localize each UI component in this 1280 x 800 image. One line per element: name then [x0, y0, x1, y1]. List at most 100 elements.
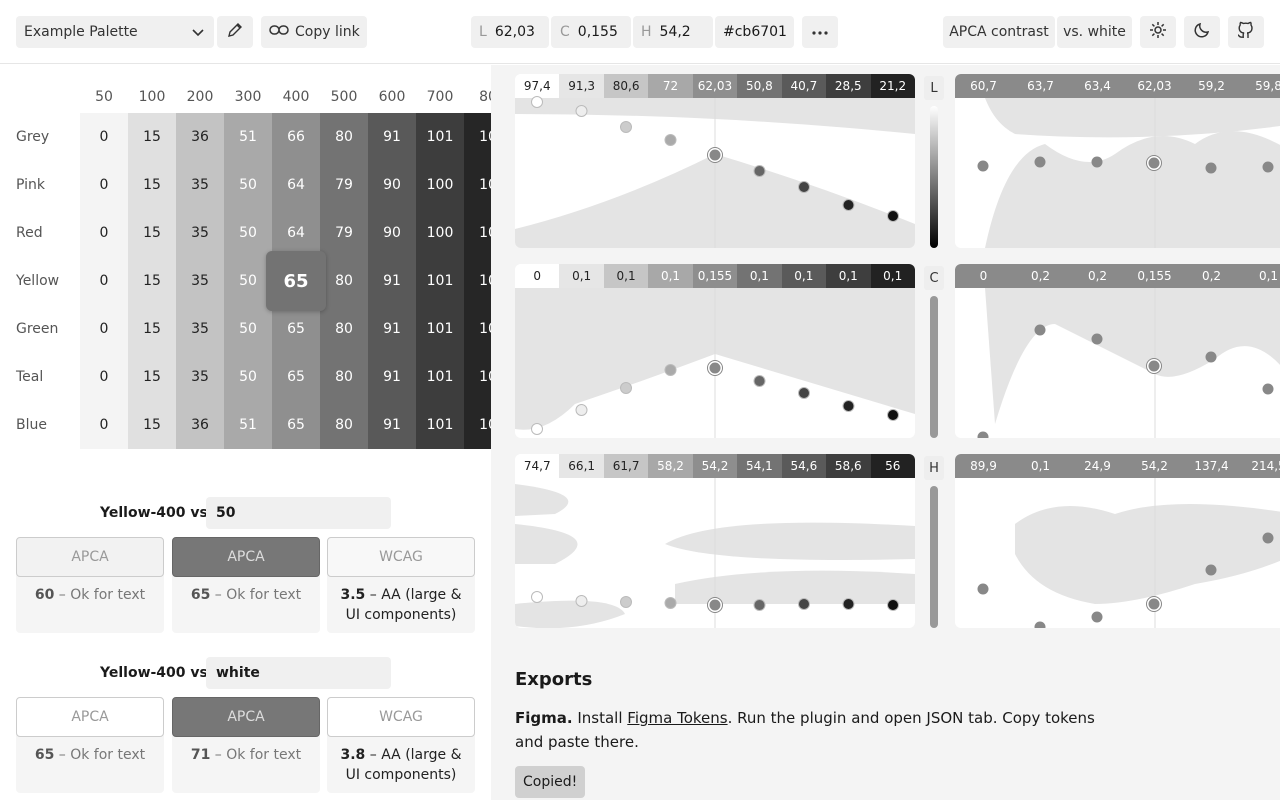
- copy-link-button[interactable]: Copy link: [261, 16, 367, 48]
- swatch-cell[interactable]: 101: [416, 401, 464, 449]
- swatch-cell[interactable]: 51: [224, 401, 272, 449]
- settings-button[interactable]: [1140, 16, 1176, 48]
- chart-l-hues[interactable]: 60,7 63,7 63,4 62,03 59,2 59,8: [955, 74, 1280, 248]
- palette-name: Example Palette: [24, 24, 138, 40]
- swatch-cell[interactable]: 101: [416, 353, 464, 401]
- chart-h-hues[interactable]: 89,90,124,954,2137,4214,5: [955, 454, 1280, 628]
- swatch-cell[interactable]: 35: [176, 161, 224, 209]
- swatch-cell[interactable]: 10: [464, 353, 491, 401]
- chart-c-shades[interactable]: 0 0,1 0,1 0,1 0,155 0,1 0,1 0,1 0,1: [515, 264, 915, 438]
- swatch-cell[interactable]: 15: [128, 305, 176, 353]
- chart-l-shades[interactable]: 97,4 91,3 80,6 72 62,03 50,8 40,7 28,5 21,2: [515, 74, 915, 248]
- slider-h[interactable]: [930, 486, 938, 628]
- comparison-input[interactable]: 50: [206, 497, 391, 529]
- swatch-cell[interactable]: 80: [320, 257, 368, 305]
- swatch-cell[interactable]: 66: [272, 113, 320, 161]
- swatch-cell[interactable]: 35: [176, 257, 224, 305]
- swatch-cell[interactable]: 90: [368, 161, 416, 209]
- swatch-cell[interactable]: 10: [464, 161, 491, 209]
- github-button[interactable]: [1228, 16, 1264, 48]
- swatch-cell[interactable]: 10: [464, 401, 491, 449]
- swatch-cell[interactable]: 0: [80, 257, 128, 305]
- swatch-cell[interactable]: 101: [416, 113, 464, 161]
- more-button[interactable]: [802, 16, 838, 48]
- swatch-cell[interactable]: 35: [176, 353, 224, 401]
- palette-select[interactable]: Example Palette: [16, 16, 214, 48]
- swatch-cell[interactable]: 10: [464, 257, 491, 305]
- swatch-cell[interactable]: 0: [80, 113, 128, 161]
- contrast-mode-select[interactable]: APCA contrast: [943, 16, 1055, 48]
- swatch-cell[interactable]: 101: [416, 305, 464, 353]
- swatch-cell[interactable]: 15: [128, 401, 176, 449]
- chart-plot: [515, 96, 915, 248]
- swatch-cell[interactable]: 80: [320, 401, 368, 449]
- swatch-cell[interactable]: 91: [368, 305, 416, 353]
- contrast-against-select[interactable]: vs. white: [1057, 16, 1132, 48]
- swatch-cell[interactable]: 79: [320, 209, 368, 257]
- column-header-600: 600: [378, 89, 406, 105]
- contrast-card: WCAG 3.5 – AA (large & UI components): [327, 537, 475, 633]
- swatch-cell[interactable]: 101: [416, 257, 464, 305]
- edit-palette-button[interactable]: [217, 16, 253, 48]
- swatch-cell[interactable]: 80: [320, 353, 368, 401]
- swatch-cell[interactable]: 50: [224, 257, 272, 305]
- more-horizontal-icon: [811, 24, 829, 40]
- swatch-cell[interactable]: 91: [368, 401, 416, 449]
- swatch-cell[interactable]: 36: [176, 113, 224, 161]
- swatch-cell[interactable]: 0: [80, 353, 128, 401]
- swatch-cell[interactable]: 10: [464, 305, 491, 353]
- swatch-cell[interactable]: 50: [224, 209, 272, 257]
- swatch-cell[interactable]: 80: [320, 113, 368, 161]
- swatch-cell[interactable]: 100: [416, 209, 464, 257]
- swatch-cell[interactable]: 15: [128, 257, 176, 305]
- chevron-down-icon: [182, 16, 214, 48]
- swatch-cell[interactable]: 15: [128, 353, 176, 401]
- swatch-cell[interactable]: 50: [224, 161, 272, 209]
- swatch-cell[interactable]: 0: [80, 305, 128, 353]
- hue-input[interactable]: H 54,2: [633, 16, 713, 48]
- row-label-blue: Blue: [16, 417, 47, 433]
- swatch-cell[interactable]: 64: [272, 161, 320, 209]
- slider-l[interactable]: [930, 106, 938, 248]
- swatch-cell[interactable]: 65: [272, 305, 320, 353]
- charts-panel: 97,4 91,3 80,6 72 62,03 50,8 40,7 28,5 21,2 L 60,7…: [491, 65, 1280, 800]
- chart-h-shades[interactable]: 74,7 66,1 61,7 58,2 54,2 54,1 54,6 58,6 56: [515, 454, 915, 628]
- swatch-cell[interactable]: 0: [80, 209, 128, 257]
- comparison-input[interactable]: white: [206, 657, 391, 689]
- copied-button[interactable]: Copied!: [515, 766, 586, 798]
- swatch-cell[interactable]: 91: [368, 353, 416, 401]
- swatch-cell[interactable]: 0: [80, 401, 128, 449]
- chroma-input[interactable]: C 0,155: [551, 16, 631, 48]
- swatch-cell[interactable]: 50: [224, 353, 272, 401]
- lightness-input[interactable]: L 62,03: [471, 16, 549, 48]
- swatch-cell[interactable]: 91: [368, 257, 416, 305]
- contrast-card-result: 71 – Ok for text: [190, 747, 302, 763]
- swatch-cell[interactable]: 15: [128, 209, 176, 257]
- swatch-cell[interactable]: 79: [320, 161, 368, 209]
- swatch-cell[interactable]: 10: [464, 113, 491, 161]
- swatch-cell[interactable]: 80: [320, 305, 368, 353]
- figma-tokens-link[interactable]: Figma Tokens: [627, 709, 727, 727]
- slider-c[interactable]: [930, 296, 938, 438]
- swatch-cell[interactable]: 15: [128, 161, 176, 209]
- swatch-cell[interactable]: 51: [224, 113, 272, 161]
- swatch-cell[interactable]: 90: [368, 209, 416, 257]
- contrast-card: APCA 65 – Ok for text: [172, 537, 320, 633]
- swatch-cell[interactable]: 0: [80, 161, 128, 209]
- swatch-cell[interactable]: 35: [176, 305, 224, 353]
- swatch-cell[interactable]: 50: [224, 305, 272, 353]
- dark-mode-button[interactable]: [1184, 16, 1220, 48]
- swatch-cell[interactable]: 65: [272, 353, 320, 401]
- hex-input[interactable]: #cb6701: [715, 16, 794, 48]
- swatch-cell[interactable]: 91: [368, 113, 416, 161]
- swatch-cell[interactable]: 100: [416, 161, 464, 209]
- selected-swatch[interactable]: 65: [266, 251, 326, 311]
- swatch-cell[interactable]: 15: [128, 113, 176, 161]
- chart-c-hues[interactable]: 0 0,2 0,2 0,155 0,2 0,1: [955, 264, 1280, 438]
- swatch-cell[interactable]: 64: [272, 209, 320, 257]
- swatch-cell[interactable]: 36: [176, 401, 224, 449]
- axis-label-c: C: [924, 266, 944, 290]
- swatch-cell[interactable]: 65: [272, 401, 320, 449]
- swatch-cell[interactable]: 35: [176, 209, 224, 257]
- swatch-cell[interactable]: 10: [464, 209, 491, 257]
